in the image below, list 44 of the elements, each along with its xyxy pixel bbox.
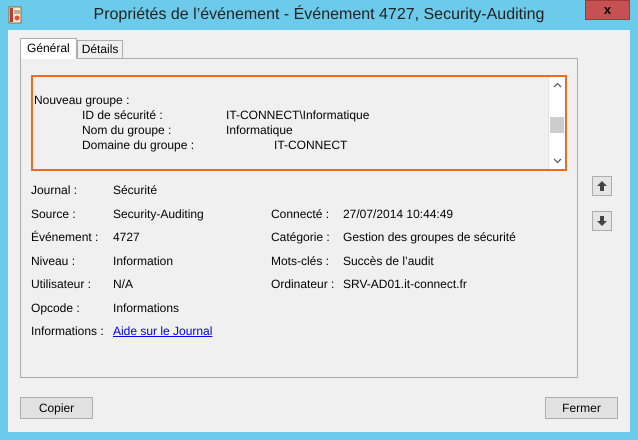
event-log-icon [8,6,22,24]
scroll-up-icon[interactable] [552,82,562,88]
scroll-thumb[interactable] [550,117,564,133]
next-button[interactable] [592,211,612,231]
down-arrow-icon [596,215,608,227]
field-value: SRV-AD01.it-connect.fr [343,277,467,291]
field-label: Journal : [31,183,78,198]
field-label: Utilisateur : [31,277,92,292]
description-label: Nom du groupe : [81,123,172,138]
description-value: IT-CONNECT [273,138,348,153]
field-label: Source : [31,206,77,222]
field-label: Catégorie : [271,230,331,246]
close-button[interactable]: x [585,0,630,20]
field-label: Événement : [31,230,100,246]
description-label: Domaine du groupe : [81,138,196,153]
field-label: Connecté : [271,206,330,222]
field-value: Information [113,254,174,268]
description-value: Informatique [226,123,293,138]
field-value: Sécurité [113,183,158,197]
description-value: IT-CONNECT\Informatique [226,108,370,123]
description-label: ID de sécurité : [81,108,164,123]
field-value: Succès de l’audit [343,254,434,268]
field-label: Opcode : [31,300,81,316]
description-heading: Nouveau groupe : [34,93,130,108]
up-arrow-icon [596,180,608,192]
field-value: Gestion des groupes de sécurité [343,230,516,244]
scroll-down-icon[interactable] [552,158,562,164]
window-title: Propriétés de l’événement - Événement 4727, Security-Auditing [94,4,544,25]
field-value: 27/07/2014 10:44:49 [343,206,454,220]
field-value: Informations [113,300,180,314]
field-label: Niveau : [31,254,76,269]
field-label: Mots-clés : [271,254,330,269]
dialog-button[interactable]: Fermer [545,397,618,419]
field-value: Security-Auditing [113,206,204,220]
field-label: Informations : [31,324,105,340]
field-label: Ordinateur : [271,277,336,292]
field-value: 4727 [113,230,140,244]
tab[interactable]: Détails [76,40,124,58]
dialog-button[interactable]: Copier [20,397,93,419]
scrollbar[interactable] [548,77,565,169]
tab[interactable]: Général [20,38,77,59]
field-value: N/A [113,277,134,291]
help-link[interactable]: Aide sur le Journal [113,324,212,338]
previous-button[interactable] [592,176,612,196]
